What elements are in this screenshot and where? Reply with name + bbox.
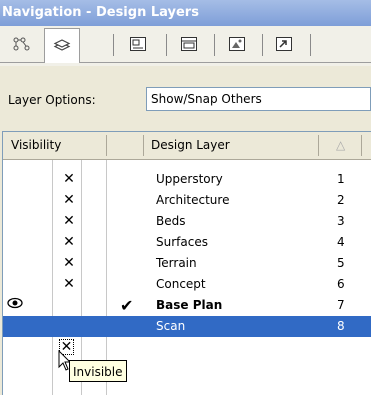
layer-row[interactable]: ✕ Terrain 5	[3, 253, 371, 274]
layer-name: Scan	[156, 319, 186, 333]
layer-options-bar: Layer Options: Show/Snap Others	[0, 70, 371, 114]
visibility-toggle[interactable]: ✕	[61, 275, 77, 293]
layer-stack-order: 8	[337, 319, 345, 333]
tab-saved-views[interactable]	[219, 30, 255, 58]
layer-options-select[interactable]: Show/Snap Others	[146, 87, 371, 111]
layer-stack-order: 1	[337, 172, 345, 186]
tab-strip	[0, 26, 371, 66]
window-title: Navigation - Design Layers	[0, 0, 371, 26]
layer-stack-order: 6	[337, 277, 345, 291]
layer-name: Upperstory	[156, 172, 223, 186]
tab-references[interactable]	[266, 30, 302, 58]
layer-name: Beds	[156, 214, 186, 228]
layer-row[interactable]: ✕ Surfaces 4	[3, 232, 371, 253]
tab-viewports[interactable]	[171, 30, 207, 58]
header-visibility[interactable]: Visibility	[11, 132, 61, 159]
layer-row[interactable]: ✕ Architecture 2	[3, 190, 371, 211]
visibility-toggle[interactable]: ✕	[61, 191, 77, 209]
layer-options-label: Layer Options:	[8, 93, 96, 107]
layer-row-active[interactable]: ✔ Base Plan 7	[3, 295, 371, 316]
layer-stack-order: 5	[337, 256, 345, 270]
references-icon	[276, 37, 292, 51]
layer-row[interactable]: ✕ Beds 3	[3, 211, 371, 232]
layer-stack-order: 7	[337, 298, 345, 312]
tooltip: Invisible	[69, 360, 127, 382]
eye-icon[interactable]	[7, 297, 23, 312]
header-separator	[106, 135, 107, 156]
active-layer-check-icon[interactable]: ✔	[120, 295, 133, 316]
list-header: Visibility Design Layer △	[3, 132, 371, 160]
layer-name: Architecture	[156, 193, 230, 207]
tab-class-tree[interactable]	[4, 30, 40, 58]
layer-stack-order: 3	[337, 214, 345, 228]
tab-separator	[310, 34, 311, 56]
layer-name: Base Plan	[156, 298, 223, 312]
header-design-layer[interactable]: Design Layer	[151, 132, 230, 159]
layer-row[interactable]: ✕ Concept 6	[3, 274, 371, 295]
tab-separator	[262, 34, 263, 56]
layer-row[interactable]: ✕ Upperstory 1	[3, 169, 371, 190]
visibility-toggle[interactable]: ✕	[61, 233, 77, 251]
saved-views-icon	[229, 37, 245, 51]
tab-design-layers[interactable]	[44, 28, 80, 63]
layer-stack-order: 4	[337, 235, 345, 249]
layer-name: Surfaces	[156, 235, 208, 249]
visibility-toggle[interactable]: ✕	[61, 170, 77, 188]
class-tree-icon	[13, 37, 30, 51]
tab-sheet-layers[interactable]	[120, 30, 156, 58]
tab-separator	[166, 34, 167, 56]
layer-stack-order: 2	[337, 193, 345, 207]
header-separator	[361, 135, 362, 156]
visibility-toggle[interactable]: ✕	[61, 254, 77, 272]
visibility-toggle[interactable]: ✕	[61, 212, 77, 230]
sort-ascending-icon[interactable]: △	[336, 132, 345, 159]
layer-name: Concept	[156, 277, 206, 291]
layer-row-selected[interactable]: Scan 8	[3, 316, 371, 337]
layers-icon	[53, 39, 71, 51]
tab-separator	[214, 34, 215, 56]
header-separator	[318, 135, 319, 156]
header-separator	[143, 135, 144, 156]
viewports-icon	[181, 37, 197, 51]
layer-name: Terrain	[156, 256, 197, 270]
tab-separator	[113, 34, 114, 56]
sheet-layers-icon	[130, 37, 146, 51]
